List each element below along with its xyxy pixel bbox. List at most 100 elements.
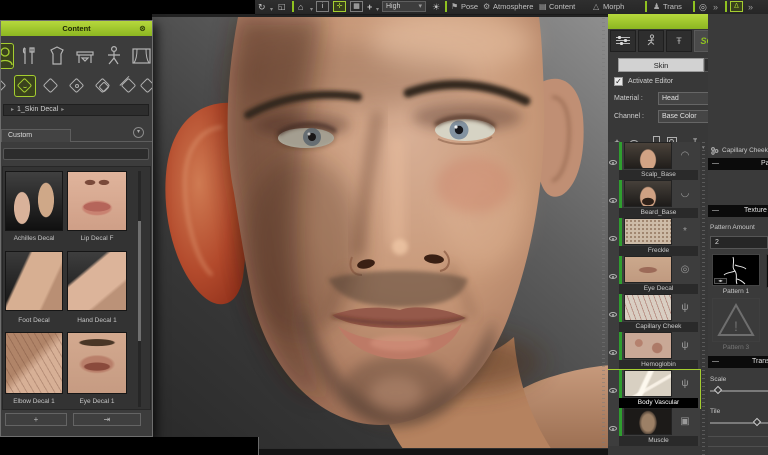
layer-row-hemoglobin[interactable]: ψ Hemoglobin (608, 332, 700, 370)
layer-row-capillary-cheek[interactable]: ψ Capillary Cheek (608, 294, 700, 332)
apply-content-button[interactable]: ⇥ (73, 413, 141, 426)
thumb-hand-decal-1[interactable] (67, 251, 127, 311)
trans-icon[interactable]: ♟ (653, 0, 660, 14)
chevrons-more-icon[interactable]: » (748, 0, 753, 14)
grid-scrollbar-thumb[interactable] (138, 221, 141, 341)
layer-row-freckle[interactable]: * Freckle (608, 218, 700, 256)
eye-icon[interactable] (609, 228, 617, 246)
pivot-grid-icon[interactable]: ✛ (333, 1, 346, 12)
beard-mask-icon[interactable]: ◡ (674, 184, 696, 203)
tab-motion[interactable] (638, 30, 664, 52)
content-icon[interactable]: ▤ (539, 0, 547, 14)
content-button[interactable]: Content (549, 0, 575, 14)
category-stage-icon[interactable] (129, 44, 153, 68)
filter-input[interactable] (3, 148, 149, 160)
eye-icon[interactable] (609, 342, 617, 360)
snap-box-icon[interactable]: ▦ (350, 1, 363, 12)
pattern-nav-arrows[interactable]: ◂▸ (714, 278, 727, 284)
expand-icon[interactable]: ◱ (278, 0, 286, 14)
eye-icon[interactable] (609, 190, 617, 208)
breadcrumb[interactable]: ▸1_Skin Decal▸ (3, 104, 149, 116)
muscle-mask-icon[interactable]: ▣ (674, 412, 696, 431)
thumb-lip-decal-f[interactable] (67, 171, 127, 231)
pose-icon[interactable]: ⚑ (451, 0, 458, 14)
undo-icon[interactable]: ↻ (258, 0, 266, 14)
refresh-category-icon[interactable] (138, 76, 153, 96)
breadcrumb-forward-icon[interactable]: ▸ (61, 107, 64, 113)
morph-button[interactable]: Morph (603, 0, 624, 14)
move-tool-icon[interactable]: + (367, 0, 372, 14)
atmosphere-icon[interactable]: ⚙ (483, 0, 490, 14)
thumb-achilles-decal[interactable] (5, 171, 63, 231)
collapse-icon[interactable]: — (712, 205, 719, 217)
layer-row-eye-decal[interactable]: ◎ Eye Decal (608, 256, 700, 294)
layer-subpanel-splitter[interactable] (702, 142, 705, 455)
home-dropdown-dot[interactable]: ▾ (310, 9, 313, 12)
tab-transform[interactable]: Ŧ (666, 30, 692, 52)
camera-view-icon[interactable]: i (316, 1, 329, 12)
morph-icon[interactable]: △ (593, 0, 599, 14)
skin-decal-category-icon[interactable] (15, 76, 35, 96)
eye-icon[interactable] (609, 152, 617, 170)
tab-attributes[interactable] (610, 30, 636, 52)
pose-button[interactable]: Pose (461, 0, 478, 14)
chevrons-more-icon[interactable]: » (713, 0, 718, 14)
capillary-mask-icon[interactable]: ψ (674, 298, 696, 317)
move-dropdown-dot[interactable]: ▾ (376, 9, 379, 12)
category-furniture-icon[interactable] (73, 44, 97, 68)
section-bar-transform[interactable]: — Transform (708, 356, 768, 368)
thumb-eye-decal-1[interactable] (67, 332, 127, 394)
tab-custom[interactable]: Custom (1, 129, 71, 142)
collapse-circle-icon[interactable]: ▾ (133, 127, 144, 138)
pattern-amount-input[interactable]: 2 (710, 236, 768, 249)
activate-editor-checkbox[interactable]: ✓ (614, 77, 623, 86)
eye-icon[interactable] (609, 304, 617, 322)
scalp-mask-icon[interactable]: ◠ (674, 146, 696, 165)
pattern-3-thumbnail-disabled[interactable]: ! (712, 298, 760, 342)
section-bar-texture[interactable]: — Texture (708, 205, 768, 217)
thumb-foot-decal[interactable] (5, 251, 63, 311)
content-panel-header[interactable]: Content ⊗ (1, 21, 152, 36)
pattern-1-thumbnail[interactable]: ◂▸ (712, 254, 760, 286)
trans-button[interactable]: Trans (663, 0, 682, 14)
thumb-elbow-decal-1[interactable] (5, 332, 63, 394)
freckle-mask-icon[interactable]: * (674, 222, 696, 241)
light-icon[interactable]: ☀ (432, 0, 440, 14)
layer-row-body-vascular-selected[interactable]: ψ Body Vascular (608, 370, 700, 408)
eye-icon[interactable] (609, 418, 617, 436)
add-content-button[interactable]: + (5, 413, 67, 426)
tab-skin-selected[interactable]: Skin (618, 58, 704, 72)
eye-mask-icon[interactable]: ◎ (674, 260, 696, 279)
section-bar-pattern[interactable]: — Pattern (708, 158, 768, 170)
home-icon[interactable]: ⌂ (298, 0, 303, 14)
category-character-icon[interactable] (0, 44, 13, 68)
layer-row-beard-base[interactable]: ◡ Beard_Base (608, 180, 700, 218)
render-icon[interactable]: ◎ (699, 0, 707, 14)
undo-dropdown-dot[interactable]: ▾ (270, 9, 273, 12)
eye-icon[interactable] (609, 380, 617, 398)
collapse-icon[interactable]: — (712, 158, 719, 170)
hemoglobin-mask-icon[interactable]: ψ (674, 336, 696, 355)
category-cloth-icon[interactable] (45, 44, 69, 68)
breadcrumb-back-icon[interactable]: ▸ (11, 107, 14, 113)
vascular-mask-icon[interactable]: ψ (674, 374, 696, 393)
panel-splitter[interactable] (602, 14, 605, 450)
tile-slider-handle[interactable] (753, 418, 761, 426)
atmosphere-button[interactable]: Atmosphere (493, 0, 533, 14)
skin-base-category-icon[interactable] (41, 76, 61, 96)
plugin-flask-icon[interactable]: Δ (730, 1, 743, 12)
layers-category-icon[interactable] (93, 76, 113, 96)
scale-slider-track[interactable] (710, 390, 768, 392)
layer-row-scalp-base[interactable]: ◠ Scalp_Base (608, 142, 700, 180)
scale-slider-handle[interactable] (714, 386, 722, 394)
collapse-icon[interactable]: — (712, 356, 719, 368)
tile-slider-track[interactable] (710, 422, 768, 424)
category-tools-icon[interactable] (17, 44, 41, 68)
skin-category-icon[interactable] (0, 76, 9, 96)
eye-category-icon[interactable] (67, 76, 87, 96)
viewport-3d[interactable] (152, 14, 612, 450)
close-icon[interactable]: ⊗ (138, 24, 147, 33)
quality-select[interactable]: High▾ (382, 1, 426, 12)
needle-category-icon[interactable] (119, 76, 139, 96)
eye-icon[interactable] (609, 266, 617, 284)
